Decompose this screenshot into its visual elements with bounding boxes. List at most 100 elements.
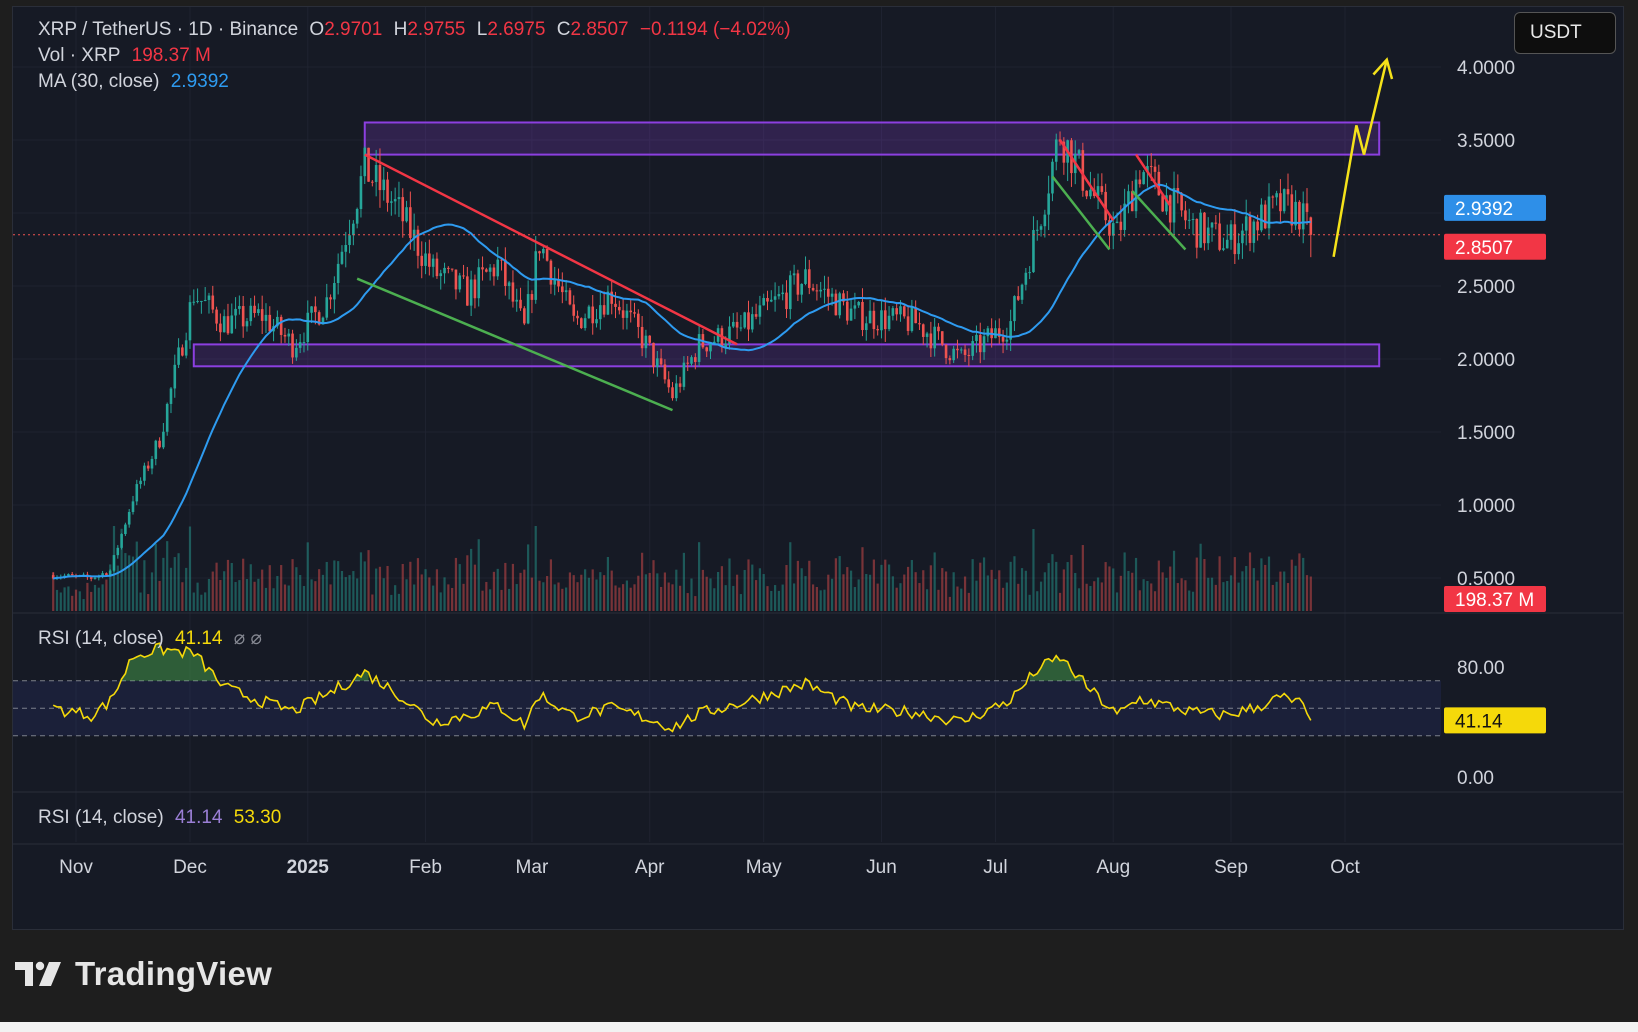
candle-body[interactable] <box>872 310 876 330</box>
downtrend-line[interactable] <box>364 153 738 346</box>
candle-body[interactable] <box>1077 150 1081 154</box>
candle-body[interactable] <box>663 364 667 380</box>
candle-body[interactable] <box>241 306 245 327</box>
candle-body[interactable] <box>1016 296 1020 300</box>
candle-body[interactable] <box>150 458 154 469</box>
candle-body[interactable] <box>264 314 268 321</box>
candle-body[interactable] <box>971 341 974 356</box>
candle-body[interactable] <box>739 327 743 329</box>
candle-body[interactable] <box>838 293 841 316</box>
candle-body[interactable] <box>1180 193 1183 211</box>
candle-body[interactable] <box>234 308 237 316</box>
candle-body[interactable] <box>177 347 180 365</box>
candle-body[interactable] <box>196 300 199 302</box>
candle-body[interactable] <box>686 362 690 364</box>
candle-body[interactable] <box>743 312 746 328</box>
candle-body[interactable] <box>1199 212 1202 248</box>
candle-body[interactable] <box>621 310 625 318</box>
candle-body[interactable] <box>542 248 545 254</box>
candle-body[interactable] <box>405 207 408 222</box>
candle-body[interactable] <box>1115 221 1119 224</box>
candle-body[interactable] <box>834 293 838 316</box>
candle-body[interactable] <box>143 465 146 481</box>
candle-body[interactable] <box>260 309 264 321</box>
candle-body[interactable] <box>488 267 492 272</box>
candle-body[interactable] <box>694 357 697 362</box>
candle-body[interactable] <box>352 223 355 236</box>
candle-body[interactable] <box>1203 212 1206 244</box>
candle-body[interactable] <box>1301 203 1305 230</box>
candle-body[interactable] <box>268 314 272 332</box>
candle-body[interactable] <box>580 318 583 329</box>
candle-body[interactable] <box>1039 226 1043 230</box>
candle-body[interactable] <box>864 323 868 331</box>
candle-body[interactable] <box>667 379 671 388</box>
candle-body[interactable] <box>883 310 887 330</box>
candle-body[interactable] <box>853 305 857 309</box>
rsi-visibility-icons[interactable]: ⌀ ⌀ <box>234 628 262 649</box>
candle-body[interactable] <box>754 314 758 317</box>
candle-body[interactable] <box>1290 194 1294 226</box>
candle-body[interactable] <box>678 383 682 387</box>
candle-body[interactable] <box>937 326 940 332</box>
candle-body[interactable] <box>279 316 283 335</box>
candle-body[interactable] <box>207 295 211 300</box>
candle-body[interactable] <box>587 306 591 319</box>
candle-body[interactable] <box>788 275 792 310</box>
candle-body[interactable] <box>447 267 450 269</box>
candle-body[interactable] <box>492 267 496 277</box>
candle-body[interactable] <box>230 315 234 334</box>
candle-body[interactable] <box>975 334 978 342</box>
candle-body[interactable] <box>355 208 359 224</box>
candle-body[interactable] <box>424 253 427 266</box>
candle-body[interactable] <box>1282 189 1286 212</box>
candle-body[interactable] <box>595 319 598 324</box>
candle-body[interactable] <box>792 273 796 276</box>
candle-body[interactable] <box>1191 218 1195 220</box>
candle-body[interactable] <box>1241 230 1244 244</box>
candle-body[interactable] <box>766 297 769 302</box>
candle-body[interactable] <box>1184 210 1187 221</box>
candle-body[interactable] <box>473 279 477 299</box>
candle-body[interactable] <box>1089 189 1092 197</box>
candle-body[interactable] <box>291 333 294 358</box>
candle-body[interactable] <box>1229 224 1233 240</box>
candle-body[interactable] <box>735 321 739 328</box>
candle-body[interactable] <box>1047 193 1050 215</box>
candle-body[interactable] <box>302 342 306 344</box>
candle-body[interactable] <box>310 306 313 313</box>
candle-body[interactable] <box>1054 139 1058 162</box>
candle-body[interactable] <box>139 480 142 485</box>
candle-body[interactable] <box>367 147 370 182</box>
candle-body[interactable] <box>420 255 424 266</box>
candle-body[interactable] <box>181 347 184 356</box>
candle-body[interactable] <box>504 259 507 286</box>
candle-body[interactable] <box>895 308 898 315</box>
candle-body[interactable] <box>697 334 701 362</box>
candle-body[interactable] <box>519 299 522 309</box>
candle-body[interactable] <box>245 321 249 327</box>
candle-body[interactable] <box>1271 196 1275 198</box>
candle-body[interactable] <box>986 328 990 337</box>
candle-body[interactable] <box>215 309 218 324</box>
candle-body[interactable] <box>336 263 340 284</box>
candle-body[interactable] <box>747 312 750 330</box>
candle-body[interactable] <box>876 329 879 331</box>
candle-body[interactable] <box>340 251 344 264</box>
candle-body[interactable] <box>1043 214 1047 227</box>
candle-body[interactable] <box>393 199 397 202</box>
candle-body[interactable] <box>561 286 564 293</box>
candle-body[interactable] <box>1172 188 1176 223</box>
candle-body[interactable] <box>610 291 614 304</box>
candle-body[interactable] <box>211 295 215 310</box>
candle-body[interactable] <box>978 334 982 353</box>
resistance-zone[interactable] <box>363 121 1381 156</box>
candle-body[interactable] <box>253 305 256 314</box>
candle-body[interactable] <box>773 296 777 300</box>
candle-body[interactable] <box>1214 222 1218 224</box>
candle-body[interactable] <box>659 358 663 365</box>
candle-body[interactable] <box>758 305 762 317</box>
candle-body[interactable] <box>1309 217 1313 235</box>
candle-body[interactable] <box>135 484 139 502</box>
candle-body[interactable] <box>545 248 549 261</box>
